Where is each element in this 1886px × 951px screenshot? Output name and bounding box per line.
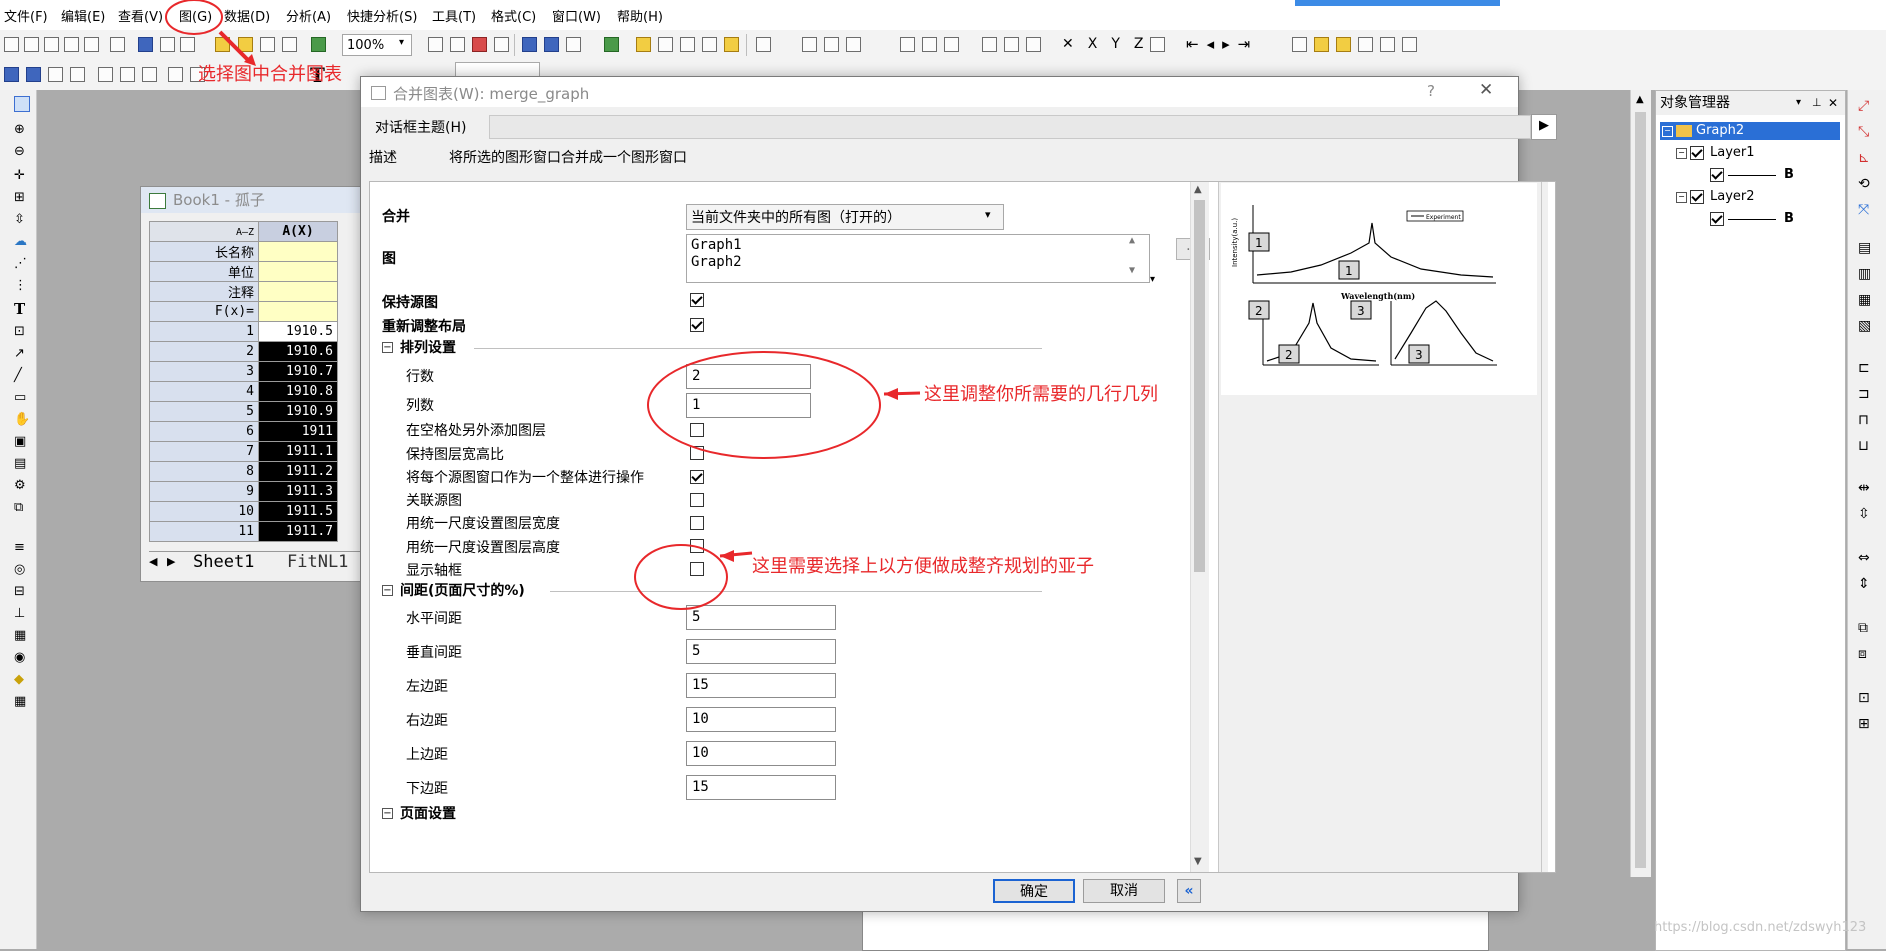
uniform-highlight-ellipse bbox=[634, 544, 728, 610]
annotation-layer bbox=[165, 0, 921, 610]
rows-cols-arrowhead bbox=[884, 388, 898, 400]
menu-arrow bbox=[218, 30, 252, 64]
uniform-size-note: 这里需要选择上以方便做成整齐规划的亚子 bbox=[752, 556, 1094, 577]
menu-note: 选择图中合并图表 bbox=[198, 64, 342, 85]
menu-highlight-ellipse bbox=[165, 0, 223, 35]
rows-cols-note: 这里调整你所需要的几行几列 bbox=[924, 384, 1158, 405]
watermark: https://blog.csdn.net/zdswyh123 bbox=[1654, 920, 1867, 935]
rows-cols-highlight-ellipse bbox=[647, 351, 881, 459]
uniform-arrowhead bbox=[720, 550, 734, 562]
